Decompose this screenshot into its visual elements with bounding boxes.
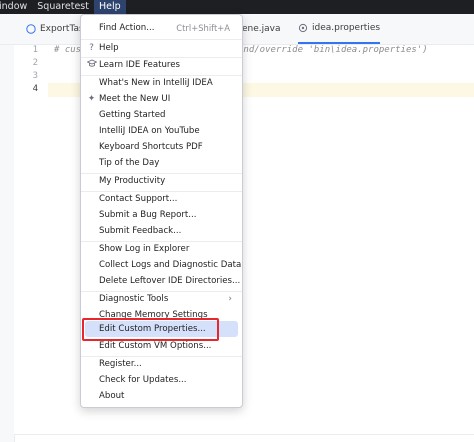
menu-item-label: Learn IDE Features bbox=[99, 60, 181, 70]
menu-item-label: What's New in IntelliJ IDEA bbox=[99, 78, 213, 88]
menu-item-label: Find Action... bbox=[99, 23, 155, 33]
menu-item-label: Keyboard Shortcuts PDF bbox=[99, 142, 203, 152]
menu-item-getting-started[interactable]: Getting Started bbox=[85, 107, 238, 123]
menu-item-label: Delete Leftover IDE Directories... bbox=[99, 276, 241, 286]
menu-item-youtube[interactable]: IntelliJ IDEA on YouTube bbox=[85, 123, 238, 139]
menu-help[interactable]: Help bbox=[93, 0, 126, 14]
menu-item-label: Help bbox=[99, 43, 119, 53]
menu-item-about[interactable]: About bbox=[85, 388, 238, 404]
class-icon bbox=[26, 24, 36, 34]
tab-label: idea.properties bbox=[312, 23, 381, 33]
left-tool-strip bbox=[0, 45, 15, 442]
menu-item-contact-support[interactable]: Contact Support... bbox=[85, 191, 238, 207]
graduation-cap-icon bbox=[85, 59, 98, 71]
main-menubar: indow Squaretest Help bbox=[0, 0, 474, 14]
menu-item-submit-bug-report[interactable]: Submit a Bug Report... bbox=[85, 207, 238, 223]
menu-item-label: My Productivity bbox=[99, 176, 166, 186]
tab-label: ene.java bbox=[242, 24, 281, 34]
menu-item-register[interactable]: Register... bbox=[85, 356, 238, 372]
editor-bottom-border bbox=[14, 434, 474, 435]
menu-item-collect-logs[interactable]: Collect Logs and Diagnostic Data bbox=[85, 257, 242, 273]
menu-item-tip-of-the-day[interactable]: Tip of the Day bbox=[85, 155, 238, 171]
menu-item-my-productivity[interactable]: My Productivity bbox=[85, 173, 238, 189]
question-icon: ? bbox=[89, 43, 94, 53]
menu-item-label: Meet the New UI bbox=[99, 94, 171, 104]
menu-item-keyboard-shortcuts-pdf[interactable]: Keyboard Shortcuts PDF bbox=[85, 139, 238, 155]
menu-item-show-log[interactable]: Show Log in Explorer bbox=[85, 241, 238, 257]
code-comment-start: # cus bbox=[54, 45, 82, 55]
menu-item-learn-ide-features[interactable]: Learn IDE Features bbox=[85, 57, 238, 73]
help-menu-dropdown: Find Action... Ctrl+Shift+A ? Help Learn… bbox=[80, 14, 243, 408]
menu-item-label: Check for Updates... bbox=[99, 375, 187, 385]
menu-window[interactable]: indow bbox=[0, 0, 32, 14]
tab-label: ExportTas bbox=[40, 24, 84, 34]
menu-squaretest[interactable]: Squaretest bbox=[32, 0, 94, 14]
menu-item-meet-new-ui[interactable]: ✦ Meet the New UI bbox=[85, 91, 238, 107]
menu-item-whats-new[interactable]: What's New in IntelliJ IDEA bbox=[85, 75, 238, 91]
menu-item-diagnostic-tools[interactable]: Diagnostic Tools › bbox=[85, 291, 238, 307]
menu-item-label: Submit Feedback... bbox=[99, 226, 182, 236]
tab-idea-properties[interactable]: idea.properties bbox=[298, 14, 381, 44]
menu-item-label: Tip of the Day bbox=[99, 158, 160, 168]
menu-item-check-updates[interactable]: Check for Updates... bbox=[85, 372, 238, 388]
line-number: 1 bbox=[32, 45, 38, 55]
menu-item-label: Getting Started bbox=[99, 110, 166, 120]
menu-item-label: Submit a Bug Report... bbox=[99, 210, 197, 220]
line-number: 2 bbox=[32, 58, 38, 68]
line-number-gutter: 1 2 3 4 bbox=[14, 45, 48, 435]
menu-item-label: Show Log in Explorer bbox=[99, 244, 190, 254]
menu-item-label: Collect Logs and Diagnostic Data bbox=[99, 260, 242, 270]
menu-item-label: About bbox=[99, 391, 125, 401]
menu-item-submit-feedback[interactable]: Submit Feedback... bbox=[85, 223, 238, 239]
annotation-highlight-box bbox=[82, 318, 219, 341]
menu-item-label: IntelliJ IDEA on YouTube bbox=[99, 126, 200, 136]
menu-item-delete-leftover-dirs[interactable]: Delete Leftover IDE Directories... bbox=[85, 273, 241, 289]
code-comment-end: and/override 'bin\idea.properties') bbox=[238, 45, 428, 55]
menu-item-help[interactable]: ? Help bbox=[85, 40, 238, 56]
line-number: 4 bbox=[32, 84, 38, 94]
line-number: 3 bbox=[32, 71, 38, 81]
tab-java-file[interactable]: ene.java bbox=[242, 14, 281, 44]
chevron-right-icon: › bbox=[228, 294, 232, 304]
shortcut-label: Ctrl+Shift+A bbox=[176, 23, 230, 33]
menu-item-find-action[interactable]: Find Action... Ctrl+Shift+A bbox=[85, 20, 238, 36]
sparkle-icon: ✦ bbox=[87, 94, 96, 104]
menu-item-label: Contact Support... bbox=[99, 194, 178, 204]
tab-exporttask[interactable]: ExportTas bbox=[26, 14, 84, 44]
menu-item-label: Edit Custom VM Options... bbox=[99, 341, 212, 351]
settings-file-icon bbox=[298, 23, 308, 33]
menu-item-label: Register... bbox=[99, 359, 142, 369]
menu-item-label: Diagnostic Tools bbox=[99, 294, 169, 304]
